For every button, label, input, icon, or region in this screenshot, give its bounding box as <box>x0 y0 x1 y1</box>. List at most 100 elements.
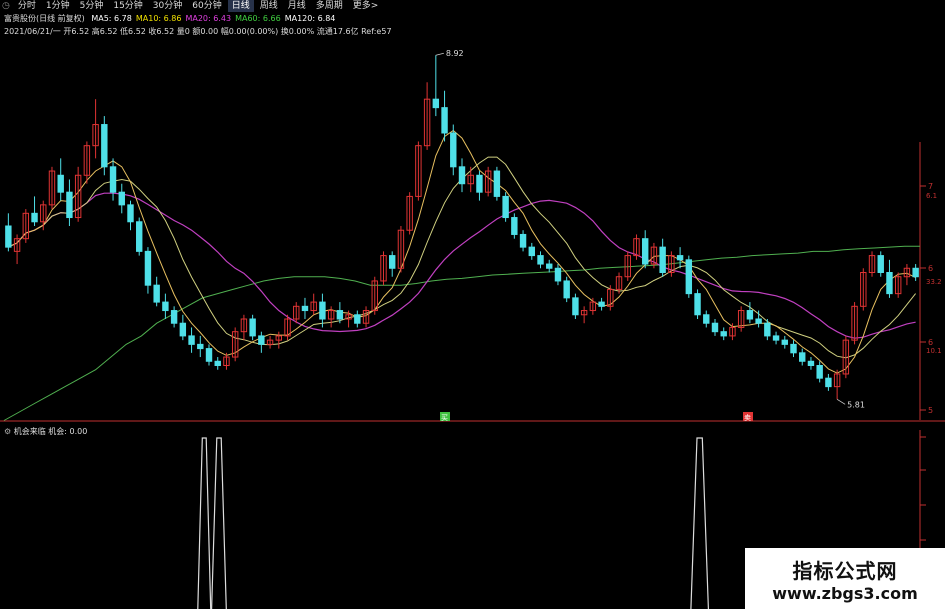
candle-body <box>711 322 719 333</box>
ma-legend-item: MA120: 6.84 <box>284 14 336 23</box>
candle-body <box>519 233 527 248</box>
indicator-info: ⚙ 机会来临 机会: 0.00 <box>4 426 87 437</box>
candle-body <box>197 343 204 350</box>
ma-legend-item: MA10: 6.86 <box>135 14 182 23</box>
candle-body <box>886 272 893 295</box>
candle-body <box>188 335 195 345</box>
candle-body <box>5 225 12 248</box>
settings-icon[interactable]: ⚙ <box>4 427 11 436</box>
candle-body <box>101 124 108 168</box>
candle-body <box>493 170 501 197</box>
indicator-pulse <box>690 437 709 609</box>
candle-body <box>746 310 754 320</box>
candle-body <box>790 343 797 354</box>
period-tab[interactable]: 分时 <box>14 0 40 12</box>
stock-name: 富贵股份(日线 前复权) <box>4 14 85 23</box>
indicator-value: 机会: 0.00 <box>48 427 88 436</box>
candle-body <box>66 191 73 219</box>
candle-body <box>641 238 649 265</box>
ma20-line <box>8 192 916 339</box>
candle-body <box>170 310 178 324</box>
candle-body <box>389 255 396 269</box>
candle-body <box>799 352 806 362</box>
candle-body <box>144 250 152 286</box>
candle-body <box>703 314 710 324</box>
annotation-label: 8.92 <box>446 49 464 58</box>
candle-body <box>118 191 125 206</box>
clock-icon: ◷ <box>2 1 10 11</box>
watermark-url: www.zbgs3.com <box>772 583 918 603</box>
ma-legend-item: MA5: 6.78 <box>91 14 132 23</box>
candle-body <box>825 377 832 388</box>
period-tab[interactable]: 60分钟 <box>188 0 225 12</box>
period-tab[interactable]: 更多> <box>349 0 383 12</box>
price-tick-label: 6.1 <box>926 192 937 200</box>
ma60-line <box>3 245 920 421</box>
quote-line: 2021/06/21/一 开6.52 高6.52 低6.52 收6.52 量0 … <box>4 27 396 37</box>
price-tick-label: 6 <box>928 338 933 347</box>
candle-body <box>441 107 448 134</box>
candle-body <box>772 335 780 341</box>
candle-body <box>476 174 483 193</box>
candle-body <box>807 360 815 367</box>
annotation-label: 5.81 <box>847 400 865 409</box>
candle-body <box>205 348 213 362</box>
period-tab[interactable]: 5分钟 <box>76 0 108 12</box>
candle-body <box>354 314 361 324</box>
price-tick-label: 33.2 <box>926 278 942 286</box>
candle-body <box>258 335 265 345</box>
candle-body <box>153 284 160 303</box>
candle-body <box>458 166 466 185</box>
candle-body <box>432 98 440 109</box>
period-tab[interactable]: 1分钟 <box>42 0 74 12</box>
candle-body <box>912 267 919 278</box>
signal-label: 买 <box>441 414 448 422</box>
candle-body <box>685 259 693 295</box>
price-tick-label: 6 <box>928 264 933 273</box>
candle-body <box>31 212 38 223</box>
candle-body <box>127 204 134 223</box>
candle-body <box>57 174 64 193</box>
ma-legend-item: MA60: 6.66 <box>235 14 281 23</box>
watermark: 指标公式网 www.zbgs3.com <box>745 548 945 609</box>
candle-body <box>720 331 727 337</box>
candle-body <box>109 166 117 193</box>
quote-text: 2021/06/21/一 开6.52 高6.52 低6.52 收6.52 量0 … <box>4 27 392 36</box>
annotation-leader <box>836 398 846 405</box>
period-tab[interactable]: 日线 <box>227 0 254 12</box>
ma-legend-item: MA20: 6.43 <box>185 14 232 23</box>
candle-body <box>877 255 884 274</box>
period-toolbar: ◷ 分时 1分钟 5分钟 15分钟 30分钟 60分钟 日线 周线 月线 多周期 更多> <box>0 0 382 12</box>
candle-body <box>249 318 256 337</box>
candle-body <box>563 280 570 299</box>
candle-body <box>659 246 666 274</box>
watermark-title: 指标公式网 <box>792 558 898 583</box>
candle-body <box>162 301 169 312</box>
candle-body <box>179 322 187 337</box>
candle-body <box>764 322 771 337</box>
candle-body <box>676 255 684 261</box>
kline-chart[interactable]: 7 6 6 5 6.1 33.2 10.1 8.92 5.81 买 卖 <box>0 0 945 609</box>
candle-body <box>781 339 788 345</box>
candle-body <box>694 293 701 316</box>
candle-body <box>755 318 762 324</box>
candle-body <box>319 301 326 320</box>
price-tick-label: 10.1 <box>926 347 942 355</box>
candle-body <box>528 246 535 257</box>
candle-body <box>554 267 562 282</box>
candle-body <box>511 217 518 235</box>
indicator-name: 机会来临 <box>13 427 46 436</box>
period-tab[interactable]: 15分钟 <box>109 0 146 12</box>
candle-body <box>136 221 143 252</box>
signal-label: 卖 <box>744 414 751 422</box>
period-tab[interactable]: 周线 <box>256 0 282 12</box>
candle-body <box>572 297 579 316</box>
ma-info-line: 富贵股份(日线 前复权) MA5: 6.78 MA10: 6.86 MA20: 6.… <box>4 14 339 24</box>
period-tab[interactable]: 月线 <box>284 0 310 12</box>
period-tab[interactable]: 多周期 <box>312 0 347 12</box>
candle-body <box>546 263 553 269</box>
period-tab[interactable]: 30分钟 <box>149 0 186 12</box>
annotation-leader <box>435 52 444 56</box>
indicator-pulse <box>197 437 212 609</box>
candle-body <box>336 310 344 320</box>
